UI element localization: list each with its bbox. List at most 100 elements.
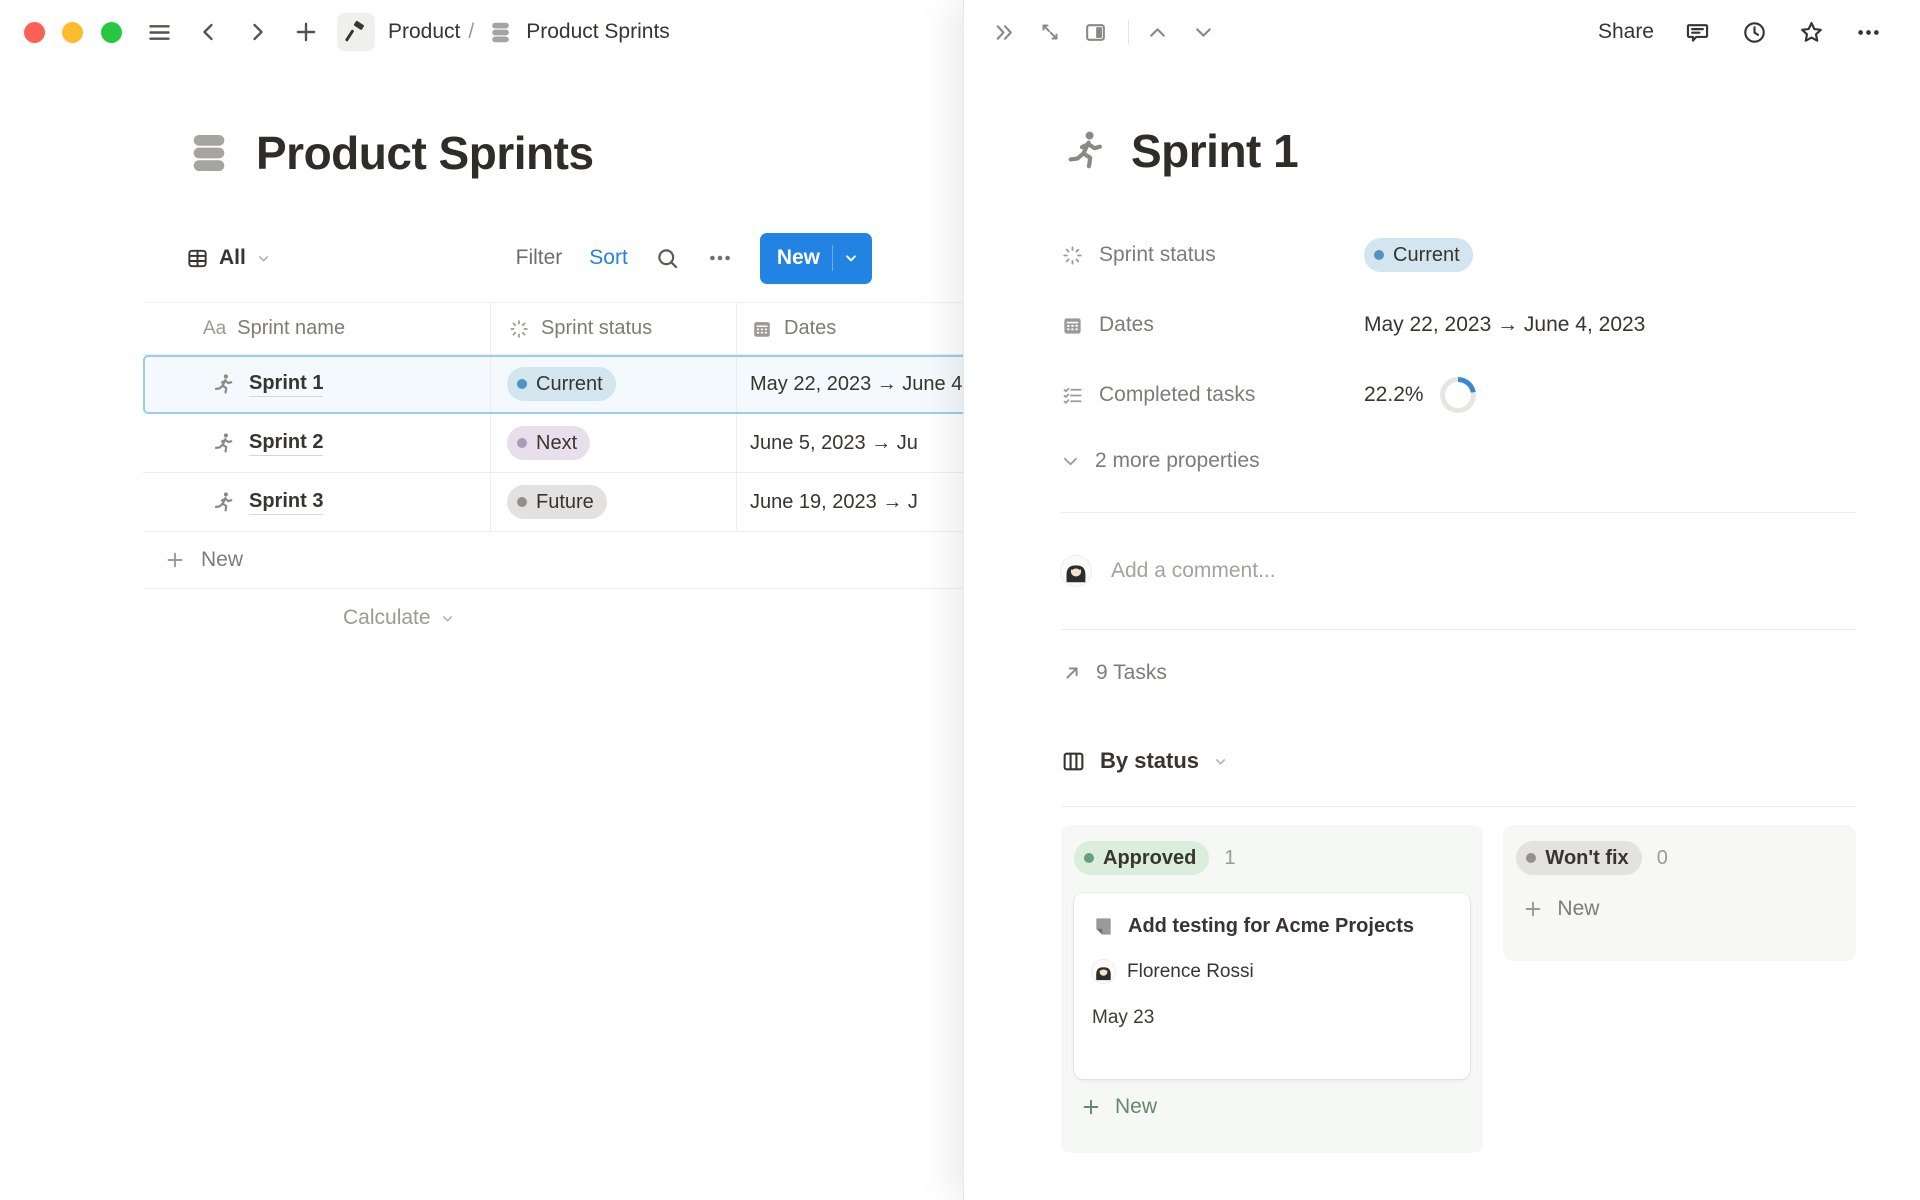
forward-icon[interactable] (245, 20, 269, 44)
side-peek-mode-icon[interactable] (1083, 20, 1108, 45)
group-badge-approved[interactable]: Approved (1074, 841, 1209, 875)
sprints-table: Aa Sprint name Sprint status Dates Sprin… (143, 302, 1043, 647)
filter-button[interactable]: Filter (516, 246, 563, 270)
card-assignee: Florence Rossi (1092, 960, 1452, 983)
sidebar-menu-icon[interactable] (146, 19, 173, 46)
column-header-label: Sprint status (541, 317, 652, 340)
comment-composer[interactable]: Add a comment... (1061, 531, 1856, 611)
property-list: Sprint status Current Dates May 22, 2023… (1061, 226, 1856, 424)
column-header-sprint-status[interactable]: Sprint status (491, 303, 737, 354)
property-label[interactable]: Dates (1061, 313, 1364, 337)
runner-icon (211, 372, 236, 397)
date-property-icon (751, 318, 773, 340)
titlebar: Product / Product Sprints (0, 0, 963, 64)
status-badge-current[interactable]: Current (507, 367, 616, 401)
table-header-row: Aa Sprint name Sprint status Dates (143, 302, 1043, 355)
plus-icon (164, 549, 186, 571)
column-count: 0 (1657, 847, 1668, 870)
runner-icon (211, 490, 236, 515)
property-value[interactable]: May 22, 2023 → June 4, 2023 (1364, 313, 1645, 337)
card-date: May 23 (1092, 1007, 1452, 1029)
close-peek-icon[interactable] (992, 20, 1017, 45)
row-page-link[interactable]: Sprint 1 (249, 372, 323, 397)
calculate-button[interactable]: Calculate (143, 589, 1043, 647)
expand-page-icon[interactable] (1038, 20, 1062, 44)
table-row-sprint-3[interactable]: Sprint 3 Future June 19, 2023 → J (143, 473, 1043, 532)
previous-record-icon[interactable] (1145, 20, 1170, 45)
column-header[interactable]: Won't fix 0 (1516, 841, 1843, 875)
product-page-icon[interactable] (337, 13, 375, 51)
property-label[interactable]: Sprint status (1061, 243, 1364, 267)
column-new-card-button[interactable]: New (1074, 1095, 1470, 1119)
breadcrumb-separator: / (468, 20, 474, 44)
more-options-icon[interactable] (707, 245, 733, 271)
table-row-sprint-2[interactable]: Sprint 2 Next June 5, 2023 → Ju (143, 414, 1043, 473)
updates-clock-icon[interactable] (1741, 19, 1768, 46)
row-page-link[interactable]: Sprint 3 (249, 490, 323, 515)
page-title-row: Product Sprints (186, 126, 594, 180)
column-header-sprint-name[interactable]: Aa Sprint name (143, 303, 491, 354)
property-value[interactable]: 22.2% (1364, 377, 1476, 413)
peek-topbar: Share (964, 0, 1920, 64)
checklist-property-icon (1061, 384, 1084, 407)
group-badge-wontfix[interactable]: Won't fix (1516, 841, 1641, 875)
board-view-selector[interactable]: By status (1061, 734, 1856, 788)
status-badge-next[interactable]: Next (507, 426, 590, 460)
back-icon[interactable] (197, 20, 221, 44)
property-value[interactable]: Current (1364, 238, 1473, 272)
runner-icon[interactable] (1061, 127, 1109, 175)
new-button-dropdown-icon[interactable] (843, 250, 859, 266)
window-zoom-button[interactable] (101, 22, 122, 43)
record-title[interactable]: Sprint 1 (1131, 124, 1298, 178)
more-properties-toggle[interactable]: 2 more properties (1061, 436, 1856, 486)
app-window: Product / Product Sprints Product Sprint… (0, 0, 1920, 1200)
progress-ring (1440, 377, 1476, 413)
favorite-star-icon[interactable] (1798, 19, 1825, 46)
section-divider (1061, 629, 1856, 630)
breadcrumb-current[interactable]: Product Sprints (526, 20, 670, 44)
column-header-label: Sprint name (237, 317, 345, 340)
page-options-icon[interactable] (1855, 19, 1882, 46)
section-divider (1061, 512, 1856, 513)
chevron-down-icon (440, 611, 455, 626)
view-tab-all[interactable]: All (186, 246, 271, 270)
column-header[interactable]: Approved 1 (1074, 841, 1470, 875)
board-column-approved: Approved 1 Add testing for Acme Projects (1061, 825, 1483, 1153)
search-icon[interactable] (655, 246, 680, 271)
assignee-name: Florence Rossi (1127, 961, 1254, 983)
property-row-completed-tasks: Completed tasks 22.2% (1061, 366, 1856, 424)
table-new-row-button[interactable]: New (143, 532, 1043, 589)
side-peek-panel: Share Sprint 1 (963, 0, 1920, 1200)
board-card[interactable]: Add testing for Acme Projects Florence R… (1074, 893, 1470, 1079)
linked-database-title[interactable]: 9 Tasks (1061, 648, 1856, 698)
breadcrumb-page[interactable]: Product (388, 20, 460, 44)
page-title: Product Sprints (256, 126, 594, 180)
card-page-icon (1092, 915, 1115, 938)
status-property-icon (508, 318, 530, 340)
new-button[interactable]: New (760, 233, 872, 284)
peek-title-row: Sprint 1 (1061, 124, 1856, 178)
comments-icon[interactable] (1684, 19, 1711, 46)
card-title: Add testing for Acme Projects (1128, 915, 1414, 938)
column-new-card-button[interactable]: New (1516, 897, 1843, 921)
status-badge-current[interactable]: Current (1364, 238, 1473, 272)
property-label[interactable]: Completed tasks (1061, 383, 1364, 407)
sort-button[interactable]: Sort (589, 246, 628, 270)
user-avatar (1061, 556, 1091, 586)
status-property-icon (1061, 244, 1084, 267)
status-badge-future[interactable]: Future (507, 485, 607, 519)
next-record-icon[interactable] (1191, 20, 1216, 45)
window-minimize-button[interactable] (62, 22, 83, 43)
assignee-avatar (1092, 960, 1115, 983)
new-page-icon[interactable] (293, 19, 319, 45)
board-column-wontfix: Won't fix 0 New (1503, 825, 1856, 961)
property-row-dates: Dates May 22, 2023 → June 4, 2023 (1061, 296, 1856, 354)
column-header-label: Dates (784, 317, 836, 340)
database-icon (488, 20, 513, 45)
window-close-button[interactable] (24, 22, 45, 43)
completed-percent: 22.2% (1364, 383, 1424, 407)
row-page-link[interactable]: Sprint 2 (249, 431, 323, 456)
share-button[interactable]: Share (1598, 20, 1654, 44)
table-row-sprint-1[interactable]: Sprint 1 Current May 22, 2023 → June 4, … (143, 355, 1043, 414)
plus-icon (1522, 898, 1544, 920)
